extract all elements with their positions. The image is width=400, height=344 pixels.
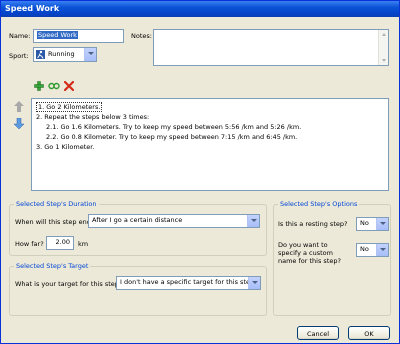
notes-scrollbar[interactable] xyxy=(378,30,388,65)
chevron-down-icon[interactable] xyxy=(376,244,388,256)
options-title: Selected Step's Options xyxy=(278,200,360,208)
delete-icon[interactable] xyxy=(64,81,74,91)
resting-label: Is this a resting step? xyxy=(278,220,348,228)
resting-value: No xyxy=(360,219,369,227)
ok-button[interactable]: OK xyxy=(348,326,390,340)
end-condition-select[interactable]: After I go a certain distance xyxy=(88,214,260,228)
end-condition-value: After I go a certain distance xyxy=(92,216,183,224)
repeat-icon[interactable] xyxy=(48,82,60,90)
window-title: Speed Work xyxy=(5,4,60,13)
step-row[interactable]: 1. Go 2 Kilometers. xyxy=(36,102,384,112)
chevron-down-icon[interactable] xyxy=(248,277,260,289)
step-row[interactable]: 2. Repeat the steps below 3 times: xyxy=(36,112,384,122)
target-question: What is your target for this step? xyxy=(15,280,123,288)
workout-dialog: Speed Work Name: Speed Work Notes: Sport… xyxy=(0,0,400,344)
target-group: Selected Step's Target xyxy=(9,262,267,316)
notes-textarea[interactable] xyxy=(153,29,389,66)
sport-value: Running xyxy=(48,50,75,58)
sport-label: Sport: xyxy=(9,52,29,60)
chevron-down-icon[interactable] xyxy=(84,48,96,61)
chevron-down-icon[interactable] xyxy=(376,218,388,230)
arrow-up-icon[interactable] xyxy=(14,101,24,112)
name-input[interactable]: Speed Work xyxy=(33,29,124,43)
name-value: Speed Work xyxy=(37,31,78,39)
step-row[interactable]: 2.1. Go 1.6 Kilometers. Try to keep my s… xyxy=(36,122,384,132)
target-value: I don't have a specific target for this … xyxy=(120,278,255,286)
custom-name-value: No xyxy=(360,245,369,253)
step-row[interactable]: 3. Go 1 Kilometer. xyxy=(36,142,384,152)
scroll-up-icon[interactable] xyxy=(382,33,386,36)
distance-value: 2.00 xyxy=(55,238,70,246)
plus-icon[interactable] xyxy=(34,81,44,91)
scroll-down-icon[interactable] xyxy=(382,59,386,62)
custom-name-label: Do you want to specify a custom name for… xyxy=(278,241,341,265)
custom-name-select[interactable]: No xyxy=(356,243,389,257)
arrow-down-icon[interactable] xyxy=(14,118,24,129)
target-title: Selected Step's Target xyxy=(14,262,91,270)
distance-input[interactable]: 2.00 xyxy=(46,236,74,250)
target-select[interactable]: I don't have a specific target for this … xyxy=(116,276,261,290)
end-label: When will this step end? xyxy=(15,218,95,226)
chevron-down-icon[interactable] xyxy=(247,215,259,227)
sport-select[interactable]: Running xyxy=(33,47,97,62)
cancel-button[interactable]: Cancel xyxy=(297,326,339,340)
distance-unit: km xyxy=(78,240,89,248)
far-label: How far? xyxy=(15,240,44,248)
name-label: Name: xyxy=(9,32,31,40)
resting-select[interactable]: No xyxy=(356,217,389,231)
duration-title: Selected Step's Duration xyxy=(14,200,99,208)
title-bar[interactable]: Speed Work xyxy=(1,1,399,17)
step-row[interactable]: 2.2. Go 0.8 Kilometer. Try to keep my sp… xyxy=(36,132,384,142)
steps-list[interactable]: 1. Go 2 Kilometers. 2. Repeat the steps … xyxy=(31,98,389,191)
running-icon xyxy=(36,50,45,59)
notes-label: Notes: xyxy=(131,32,152,40)
